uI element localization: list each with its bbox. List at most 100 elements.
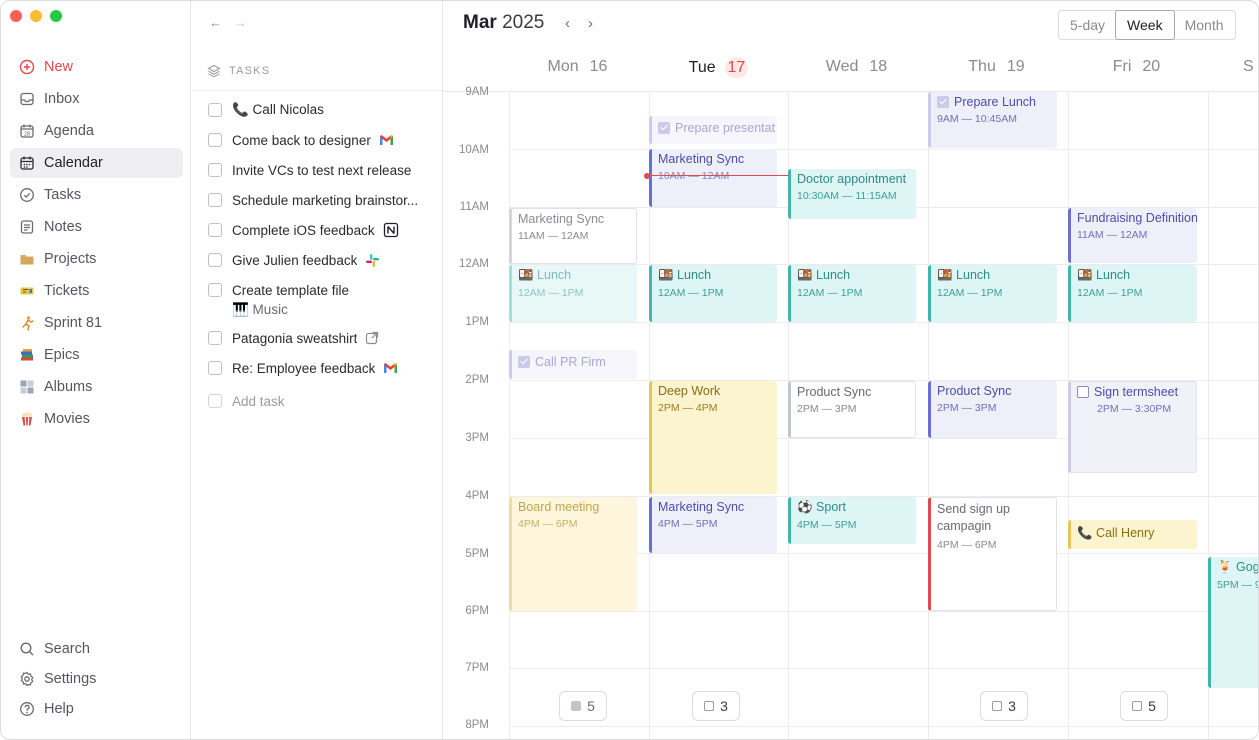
hour-label: 12AM [458,258,489,270]
calendar-task-event[interactable]: Call PR Firm [509,350,637,379]
sidebar-item-settings[interactable]: Settings [10,664,183,694]
sidebar-item-tickets[interactable]: Tickets [10,276,183,306]
calendar-event[interactable]: Doctor appointment 10:30AM — 11:15AM [788,169,916,219]
calendar-task-event[interactable]: Prepare presentat [649,116,777,144]
event-checkbox-checked[interactable] [658,122,670,134]
task-checkbox[interactable] [208,223,222,237]
task-item[interactable]: Complete iOS feedback [208,215,438,245]
task-item[interactable]: Invite VCs to test next release [208,155,438,185]
calendar-event[interactable]: 🍱 Lunch 12AM — 1PM [509,265,637,322]
sidebar-item-inbox[interactable]: Inbox [10,84,183,114]
calendar-event[interactable]: 🍱 Lunch 12AM — 1PM [788,265,916,322]
task-checkbox[interactable] [208,253,222,267]
task-label: Come back to designer [232,132,371,148]
day-header-mon[interactable]: Mon 16 [509,58,648,76]
sidebar-item-epics[interactable]: Epics [10,340,183,370]
tasks-header-label: TASKS [229,65,271,77]
calendar-event[interactable]: Product Sync 2PM — 3PM [788,381,916,438]
calendar-event[interactable]: Send sign up campagin 4PM — 6PM [928,497,1057,611]
zoom-window-button[interactable] [50,10,62,22]
sidebar-item-albums[interactable]: Albums [10,372,183,402]
add-task-button[interactable]: Add task [208,386,438,416]
day-header-thu[interactable]: Thu 19 [928,58,1067,76]
sidebar-item-notes[interactable]: Notes [10,212,183,242]
calendar-event[interactable]: 📞 Call Henry [1068,520,1197,549]
calendar-event[interactable]: Fundraising Definition 11AM — 12AM [1068,208,1197,263]
event-checkbox-checked[interactable] [937,96,949,108]
event-checkbox-unchecked[interactable] [1077,386,1089,398]
day-name: Mon [547,58,579,75]
calendar-task-event[interactable]: Sign termsheet 2PM — 3:30PM [1068,381,1197,473]
day-task-count-tue[interactable]: 3 [692,691,740,721]
view-week-button[interactable]: Week [1115,10,1175,40]
day-header-tue[interactable]: Tue 17 [649,58,788,78]
back-arrow-icon[interactable]: ← [209,15,222,30]
sidebar-item-new[interactable]: New [10,52,183,82]
task-item[interactable]: Give Julien feedback [208,245,438,275]
forward-arrow-icon[interactable]: → [234,15,247,30]
day-header-sat[interactable]: S [1243,58,1258,76]
calendar-event[interactable]: 🍱 Lunch 12AM — 1PM [649,265,777,322]
day-header-wed[interactable]: Wed 18 [788,58,927,76]
task-item[interactable]: 📞 Call Nicolas [208,95,438,125]
close-window-button[interactable] [10,10,22,22]
view-switcher: 5-day Week Month [1058,10,1236,40]
next-week-chevron-icon[interactable]: › [588,15,593,32]
sidebar-item-label: Epics [44,347,80,363]
event-checkbox-checked[interactable] [518,356,530,368]
event-title: Fundraising Definition [1077,211,1197,225]
event-title: ⚽ Sport [797,500,846,514]
minimize-window-button[interactable] [30,10,42,22]
calendar-event[interactable]: Marketing Sync 11AM — 12AM [509,208,637,264]
day-task-count-mon[interactable]: 5 [559,691,607,721]
day-task-count-thu[interactable]: 3 [980,691,1028,721]
calendar-event[interactable]: 🍹 Gogo 5PM — 9 [1208,557,1258,688]
day-header-fri[interactable]: Fri 20 [1068,58,1207,76]
view-month-button[interactable]: Month [1174,11,1235,39]
divider [192,90,442,91]
month-label: Mar [463,12,497,33]
event-time: 2PM — 3:30PM [1097,403,1172,415]
calendar-event[interactable]: 🍱 Lunch 12AM — 1PM [928,265,1057,322]
sidebar-item-tasks[interactable]: Tasks [10,180,183,210]
sidebar-item-projects[interactable]: Projects [10,244,183,274]
event-time: 12AM — 1PM [518,287,584,299]
calendar-event[interactable]: Deep Work 2PM — 4PM [649,381,777,494]
calendar-event[interactable]: Board meeting 4PM — 6PM [509,497,637,611]
calendar-event[interactable]: Product Sync 2PM — 3PM [928,381,1057,438]
task-list: 📞 Call Nicolas Come back to designer Inv… [208,95,438,416]
sidebar-item-calendar[interactable]: Calendar [10,148,183,178]
calendar-event[interactable]: ⚽ Sport 4PM — 5PM [788,497,916,544]
prev-week-chevron-icon[interactable]: ‹ [565,15,570,32]
event-title: 🍱 Lunch [937,268,991,282]
day-task-count-fri[interactable]: 5 [1120,691,1168,721]
calendar-view: Mar 2025 ‹ › 5-day Week Month Mon 16 Tue… [443,1,1258,739]
calendar-event[interactable]: 🍱 Lunch 12AM — 1PM [1068,265,1197,322]
sidebar-item-search[interactable]: Search [10,634,183,664]
task-item[interactable]: Schedule marketing brainstor... [208,185,438,215]
task-checkbox[interactable] [208,103,222,117]
task-subitem[interactable]: 🎹 Music [208,299,438,321]
calendar-event[interactable]: Marketing Sync 10AM — 12AM [649,149,777,207]
view-5day-button[interactable]: 5-day [1059,11,1116,39]
task-count: 5 [587,698,595,714]
task-checkbox[interactable] [208,331,222,345]
hour-label: 4PM [465,490,489,502]
task-checkbox[interactable] [208,283,222,297]
sidebar-item-agenda[interactable]: 28 Agenda [10,116,183,146]
task-checkbox[interactable] [208,163,222,177]
task-checkbox[interactable] [208,133,222,147]
books-icon [19,347,35,363]
checkbox-icon [571,701,582,711]
calendar-event[interactable]: Marketing Sync 4PM — 5PM [649,497,777,553]
task-item[interactable]: Re: Employee feedback [208,353,438,383]
calendar-task-event[interactable]: Prepare Lunch 9AM — 10:45AM [928,92,1057,148]
sidebar-item-sprint[interactable]: Sprint 81 [10,308,183,338]
sidebar-item-help[interactable]: Help [10,694,183,724]
task-item[interactable]: Come back to designer [208,125,438,155]
task-item[interactable]: Patagonia sweatshirt [208,323,438,353]
task-checkbox[interactable] [208,193,222,207]
task-checkbox[interactable] [208,361,222,375]
gear-icon [19,671,35,687]
sidebar-item-movies[interactable]: Movies [10,404,183,434]
